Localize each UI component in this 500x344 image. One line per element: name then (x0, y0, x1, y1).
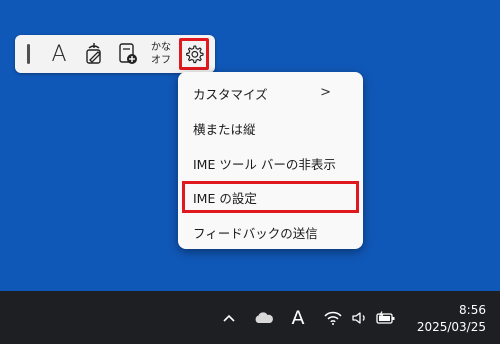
menu-item-label: 横または縦 (193, 121, 256, 137)
settings-button[interactable] (179, 38, 209, 70)
menu-item-label: IME の設定 (193, 190, 257, 206)
battery-button[interactable] (374, 291, 398, 344)
menu-item-customize[interactable]: カスタマイズ > (182, 78, 359, 108)
gear-icon (186, 45, 204, 64)
cloud-icon (255, 311, 273, 323)
ime-pad-button[interactable] (81, 35, 107, 73)
onedrive-button[interactable] (251, 291, 277, 344)
clock-time: 8:56 (459, 303, 486, 317)
menu-item-label: カスタマイズ (193, 86, 268, 102)
taskbar: A 8:56 2025/03/25 (0, 291, 500, 344)
chevron-right-icon: > (320, 85, 331, 100)
toolbar-grip-handle[interactable] (23, 35, 33, 73)
clock-button[interactable]: 8:56 2025/03/25 (404, 291, 490, 344)
dictionary-tool-button[interactable] (115, 35, 141, 73)
show-hidden-icons-button[interactable] (219, 291, 239, 344)
menu-item-ime-settings[interactable]: IME の設定 (182, 181, 359, 213)
ime-pad-icon (86, 43, 101, 64)
input-mode-button[interactable]: A (47, 35, 71, 73)
input-indicator-button[interactable]: A (288, 291, 308, 344)
ime-toolbar: A かな オフ (15, 35, 215, 73)
menu-item-send-feedback[interactable]: フィードバックの送信 (182, 217, 359, 247)
clock-date: 2025/03/25 (416, 320, 486, 334)
kana-state-label: オフ (151, 55, 171, 66)
menu-item-hide-toolbar[interactable]: IME ツール バーの非表示 (182, 148, 359, 178)
add-word-icon (119, 43, 137, 64)
battery-charging-icon (376, 310, 395, 324)
volume-button[interactable] (349, 291, 371, 344)
chevron-up-icon (223, 314, 235, 322)
kana-label: かな (151, 42, 171, 53)
menu-item-label: IME ツール バーの非表示 (193, 156, 336, 172)
menu-item-label: フィードバックの送信 (193, 225, 318, 241)
menu-item-orientation[interactable]: 横または縦 (182, 113, 359, 143)
wifi-icon (324, 311, 342, 325)
network-button[interactable] (322, 291, 344, 344)
speaker-icon (352, 311, 365, 324)
ime-context-menu: カスタマイズ > 横または縦 IME ツール バーの非表示 IME の設定 フィ… (178, 72, 363, 249)
kana-input-toggle[interactable]: かな オフ (147, 35, 175, 73)
